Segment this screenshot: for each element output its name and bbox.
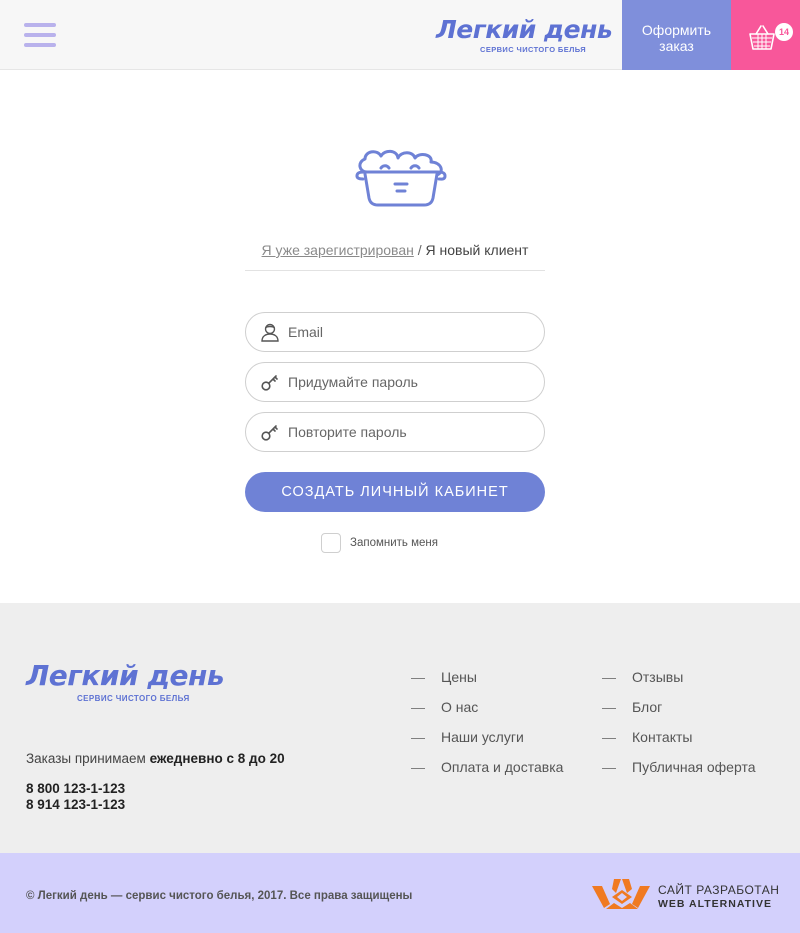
- developer-credit[interactable]: САЙТ РАЗРАБОТАН WEB ALTERNATIVE: [592, 877, 782, 911]
- tab-register[interactable]: Я новый клиент: [426, 242, 529, 258]
- key-icon: [261, 425, 278, 441]
- copyright: © Легкий день — сервис чистого белья, 20…: [26, 890, 413, 902]
- order-button-line2: заказ: [659, 38, 694, 54]
- footer-menu-item: — Публичная оферта: [602, 759, 756, 789]
- footer: Легкий день СЕРВИС ЧИСТОГО БЕЛЬЯ Заказы …: [0, 603, 800, 853]
- bottom-bar: © Легкий день — сервис чистого белья, 20…: [0, 853, 800, 933]
- footer-link-blog[interactable]: Блог: [632, 699, 662, 729]
- tab-login[interactable]: Я уже зарегистрирован: [262, 242, 414, 258]
- laundry-tub-icon: [355, 149, 447, 207]
- footer-menu-item: — О нас: [411, 699, 563, 729]
- footer-link-about[interactable]: О нас: [441, 699, 478, 729]
- tab-separator: /: [417, 242, 422, 258]
- order-hours: Заказы принимаем ежедневно с 8 до 20: [26, 751, 285, 766]
- password-repeat-field-wrapper: [245, 412, 545, 452]
- web-alternative-logo-icon: [592, 879, 650, 909]
- footer-logo-title: Легкий день: [26, 659, 225, 692]
- key-icon: [261, 375, 278, 391]
- footer-menu-item: — Блог: [602, 699, 756, 729]
- auth-tabs: Я уже зарегистрирован / Я новый клиент: [245, 242, 545, 271]
- email-field[interactable]: [288, 313, 528, 351]
- footer-menu-2: — Отзывы — Блог — Контакты — Публичная оферт…: [602, 669, 756, 789]
- developer-line1: САЙТ РАЗРАБОТАН: [658, 883, 780, 897]
- footer-link-prices[interactable]: Цены: [441, 669, 477, 699]
- order-hours-schedule: ежедневно с 8 до 20: [149, 751, 285, 766]
- remember-me-label[interactable]: Запомнить меня: [350, 537, 438, 549]
- cart-count-badge: 14: [775, 23, 793, 41]
- footer-menu-item: — Отзывы: [602, 669, 756, 699]
- email-field-wrapper: [245, 312, 545, 352]
- cart-button[interactable]: 14: [731, 0, 800, 70]
- order-hours-prefix: Заказы принимаем: [26, 751, 146, 766]
- hamburger-menu-icon[interactable]: [24, 23, 56, 49]
- create-account-button[interactable]: СОЗДАТЬ ЛИЧНЫЙ КАБИНЕТ: [245, 472, 545, 512]
- basket-icon: [749, 25, 775, 50]
- footer-logo-subtitle: СЕРВИС ЧИСТОГО БЕЛЬЯ: [77, 694, 190, 703]
- header: Легкий день СЕРВИС ЧИСТОГО БЕЛЬЯ Оформит…: [0, 0, 800, 70]
- footer-menu-item: — Цены: [411, 669, 563, 699]
- developer-line2: WEB ALTERNATIVE: [658, 898, 772, 910]
- password-field-wrapper: [245, 362, 545, 402]
- remember-me-checkbox[interactable]: [321, 533, 341, 553]
- password-repeat-field[interactable]: [288, 413, 528, 451]
- footer-menu-item: — Контакты: [602, 729, 756, 759]
- header-logo[interactable]: Легкий день СЕРВИС ЧИСТОГО БЕЛЬЯ: [436, 15, 613, 56]
- order-button-line1: Оформить: [641, 22, 712, 38]
- footer-menu-item: — Оплата и доставка: [411, 759, 563, 789]
- phone-2[interactable]: 8 914 123-1-123: [26, 797, 125, 812]
- logo-title: Легкий день: [436, 15, 613, 44]
- footer-link-services[interactable]: Наши услуги: [441, 729, 524, 759]
- logo-subtitle: СЕРВИС ЧИСТОГО БЕЛЬЯ: [480, 45, 587, 54]
- footer-menu-1: — Цены — О нас — Наши услуги — Оплата и дост…: [411, 669, 563, 789]
- footer-link-payment-delivery[interactable]: Оплата и доставка: [441, 759, 563, 789]
- password-field[interactable]: [288, 363, 528, 401]
- phone-1[interactable]: 8 800 123-1-123: [26, 781, 125, 796]
- footer-logo[interactable]: Легкий день СЕРВИС ЧИСТОГО БЕЛЬЯ: [26, 659, 225, 704]
- footer-link-public-offer[interactable]: Публичная оферта: [632, 759, 756, 789]
- user-icon: [261, 323, 279, 342]
- footer-link-contacts[interactable]: Контакты: [632, 729, 692, 759]
- footer-link-reviews[interactable]: Отзывы: [632, 669, 683, 699]
- footer-menu-item: — Наши услуги: [411, 729, 563, 759]
- order-button[interactable]: Оформить заказ: [622, 0, 731, 70]
